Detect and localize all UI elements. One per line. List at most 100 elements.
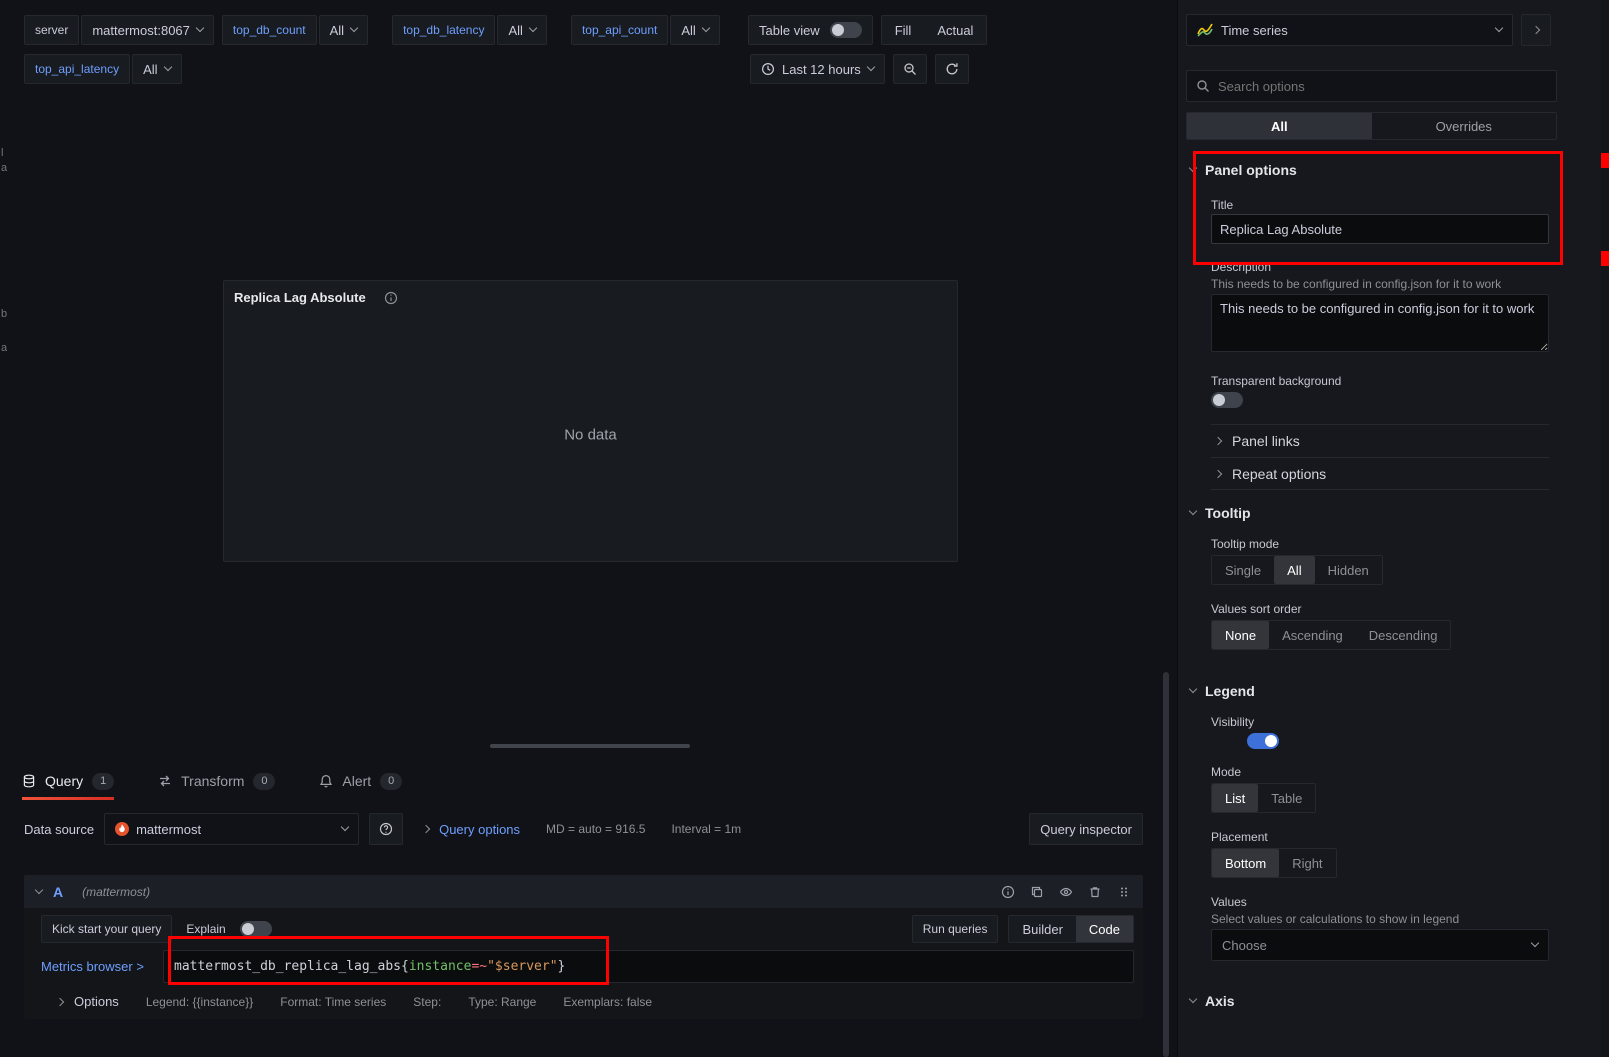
legend-mode-list[interactable]: List	[1212, 784, 1258, 812]
refresh-button[interactable]	[935, 54, 969, 84]
explain-label: Explain	[186, 922, 225, 936]
builder-button[interactable]: Builder	[1009, 916, 1075, 942]
chevron-down-icon	[1189, 164, 1197, 172]
actual-button[interactable]: Actual	[924, 16, 986, 44]
query-options-toggle[interactable]: Query options	[439, 822, 520, 837]
builder-code-segment: Builder Code	[1008, 915, 1134, 943]
sidebar-scrollbar[interactable]	[1601, 0, 1609, 1057]
tab-transform[interactable]: Transform 0	[158, 762, 275, 800]
pane-resize-handle[interactable]	[490, 744, 690, 748]
panel-description-input[interactable]: This needs to be configured in config.js…	[1211, 294, 1549, 352]
panel-info-icon[interactable]	[384, 291, 398, 305]
kick-start-label: Kick start your query	[52, 922, 161, 936]
axis-section-header[interactable]: Axis	[1190, 993, 1235, 1009]
legend-mode-table[interactable]: Table	[1258, 784, 1315, 812]
panel-preview: Replica Lag Absolute No data	[223, 280, 958, 562]
option-step: Step:	[413, 995, 441, 1009]
query-inspector-button[interactable]: Query inspector	[1029, 813, 1143, 845]
metrics-browser-link[interactable]: Metrics browser >	[41, 959, 163, 974]
fill-button[interactable]: Fill	[882, 16, 925, 44]
variable-label-text: server	[35, 23, 68, 37]
tab-all[interactable]: All	[1187, 113, 1372, 139]
query-row-body: Kick start your query Explain Run querie…	[24, 908, 1143, 1009]
legend-visibility-switch[interactable]	[1247, 733, 1279, 749]
variables-row-1: server mattermost:8067 top_db_count All …	[24, 15, 720, 45]
legend-values-select[interactable]: Choose	[1211, 929, 1549, 961]
fill-actual-segment: Fill Actual	[881, 15, 988, 45]
panel-header[interactable]: Replica Lag Absolute	[224, 281, 957, 314]
table-view-control: Table view	[748, 15, 873, 45]
variable-label-top-db-latency[interactable]: top_db_latency	[392, 15, 495, 45]
query-row-datasource: (mattermost)	[82, 885, 150, 899]
clipped-edge-text: a	[1, 342, 7, 354]
legend-section-header[interactable]: Legend	[1190, 683, 1255, 699]
variable-label-top-db-count[interactable]: top_db_count	[222, 15, 317, 45]
datasource-help-button[interactable]	[369, 813, 403, 845]
tooltip-mode-hidden[interactable]: Hidden	[1315, 556, 1382, 584]
promql-brace: {	[401, 959, 409, 974]
panel-options-section-header[interactable]: Panel options	[1190, 162, 1297, 178]
code-button[interactable]: Code	[1076, 916, 1133, 942]
variable-value-top-api-count[interactable]: All	[670, 15, 719, 45]
datasource-picker[interactable]: mattermost	[104, 813, 359, 845]
drag-handle-icon[interactable]	[1117, 885, 1131, 899]
promql-input[interactable]: mattermost_db_replica_lag_abs{instance=~…	[163, 950, 1134, 983]
explain-switch[interactable]	[240, 921, 272, 937]
table-view-switch[interactable]	[830, 22, 862, 38]
variable-label-server[interactable]: server	[24, 15, 79, 45]
toggle-knob	[1213, 394, 1225, 406]
options-toggle[interactable]: Options	[74, 994, 119, 1009]
variable-label-text: top_api_count	[582, 23, 657, 37]
sort-descending[interactable]: Descending	[1356, 621, 1451, 649]
variable-value-top-db-latency[interactable]: All	[497, 15, 546, 45]
sort-none[interactable]: None	[1212, 621, 1269, 649]
variable-value-server[interactable]: mattermost:8067	[81, 15, 214, 45]
toggle-knob	[1265, 735, 1277, 747]
query-row-header[interactable]: A (mattermost)	[24, 875, 1143, 908]
chevron-right-icon[interactable]	[56, 997, 64, 1005]
collapse-sidebar-button[interactable]	[1521, 14, 1551, 46]
options-tabs: All Overrides	[1186, 112, 1557, 140]
variable-value-top-api-latency[interactable]: All	[132, 54, 181, 84]
panel-title-input[interactable]	[1211, 214, 1549, 244]
chevron-right-icon	[1532, 26, 1540, 34]
transparent-background-switch[interactable]	[1211, 392, 1243, 408]
tab-overrides[interactable]: Overrides	[1372, 113, 1557, 139]
description-help-text: This needs to be configured in config.js…	[1211, 276, 1553, 292]
tooltip-section-header[interactable]: Tooltip	[1190, 505, 1251, 521]
time-controls: Last 12 hours	[750, 54, 969, 84]
datasource-name: mattermost	[136, 822, 201, 837]
zoom-out-button[interactable]	[893, 54, 927, 84]
placement-bottom[interactable]: Bottom	[1212, 849, 1279, 877]
variable-label-top-api-latency[interactable]: top_api_latency	[24, 54, 130, 84]
time-range-picker[interactable]: Last 12 hours	[750, 54, 885, 84]
variable-label-top-api-count[interactable]: top_api_count	[571, 15, 668, 45]
repeat-options-row[interactable]: Repeat options	[1211, 457, 1549, 490]
copy-icon[interactable]	[1030, 885, 1044, 899]
query-editor-pane: Query 1 Transform 0 Alert 0 Data source …	[0, 762, 1160, 1057]
tab-count-badge: 1	[92, 773, 114, 790]
options-search-input[interactable]	[1218, 79, 1547, 94]
trash-icon[interactable]	[1088, 885, 1102, 899]
legend-values-placeholder: Choose	[1222, 938, 1267, 953]
sort-ascending[interactable]: Ascending	[1269, 621, 1356, 649]
kick-start-button[interactable]: Kick start your query	[41, 915, 172, 943]
variable-top-db-count: top_db_count All	[222, 15, 368, 45]
tooltip-mode-label: Tooltip mode	[1211, 537, 1279, 551]
info-circle-icon[interactable]	[1001, 885, 1015, 899]
tab-label: Alert	[342, 773, 371, 789]
panel-links-row[interactable]: Panel links	[1211, 424, 1549, 457]
datasource-row: Data source mattermost Query options MD …	[24, 812, 1143, 846]
vertical-scrollbar[interactable]	[1163, 672, 1169, 1057]
tooltip-mode-single[interactable]: Single	[1212, 556, 1274, 584]
collapse-chevron-icon[interactable]	[35, 885, 43, 893]
tab-alert[interactable]: Alert 0	[319, 762, 402, 800]
placement-right[interactable]: Right	[1279, 849, 1335, 877]
chevron-right-icon	[1214, 437, 1222, 445]
eye-icon[interactable]	[1059, 885, 1073, 899]
visualization-picker[interactable]: Time series	[1186, 14, 1513, 46]
tooltip-mode-all[interactable]: All	[1274, 556, 1314, 584]
run-queries-button[interactable]: Run queries	[912, 915, 999, 943]
tab-query[interactable]: Query 1	[22, 762, 114, 800]
variable-value-top-db-count[interactable]: All	[319, 15, 368, 45]
